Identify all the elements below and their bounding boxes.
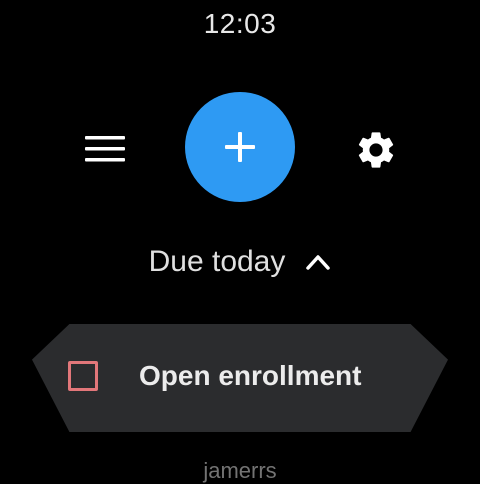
next-task-label[interactable]: jamerrs bbox=[0, 458, 480, 484]
add-task-button[interactable] bbox=[185, 92, 295, 202]
due-today-section-toggle[interactable]: Due today bbox=[0, 245, 480, 279]
plus-icon bbox=[225, 132, 255, 162]
task-checkbox[interactable] bbox=[68, 361, 98, 391]
section-title: Due today bbox=[148, 245, 286, 278]
settings-button[interactable] bbox=[350, 124, 402, 176]
menu-button[interactable] bbox=[80, 124, 130, 174]
chevron-up-icon bbox=[306, 255, 331, 270]
status-time: 12:03 bbox=[203, 8, 277, 39]
task-label: Open enrollment bbox=[139, 360, 362, 391]
gear-icon bbox=[358, 132, 394, 168]
hamburger-menu-icon bbox=[85, 136, 125, 162]
